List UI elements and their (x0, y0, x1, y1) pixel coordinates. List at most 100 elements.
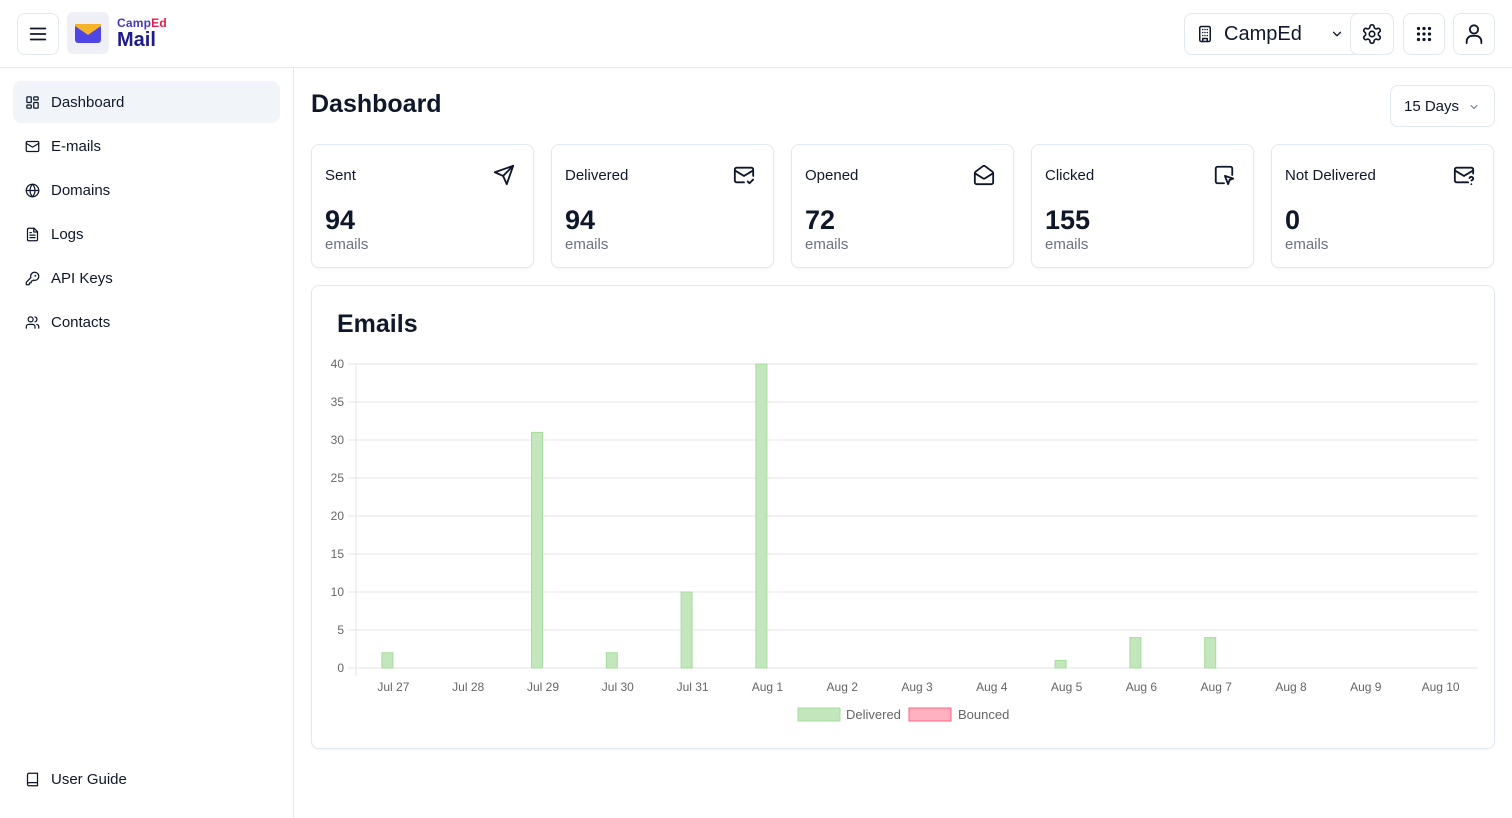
x-tick-label: Aug 7 (1201, 680, 1233, 694)
legend-label-delivered: Delivered (846, 707, 901, 722)
mail-icon (25, 140, 40, 152)
x-tick-label: Aug 9 (1350, 680, 1382, 694)
page-title: Dashboard (311, 90, 442, 118)
mail-question-icon (1453, 166, 1475, 186)
x-tick-label: Aug 3 (901, 680, 933, 694)
legend-label-bounced: Bounced (958, 707, 1009, 722)
user-icon (1465, 24, 1483, 45)
logo-product: Mail (117, 28, 156, 51)
stat-unit: emails (1285, 236, 1329, 253)
sidebar-item-label: Dashboard (51, 93, 125, 111)
y-tick-label: 20 (331, 509, 345, 523)
stat-card-not-delivered: Not Delivered 0 emails (1271, 144, 1494, 268)
sidebar-item-contacts[interactable]: Contacts (13, 301, 280, 343)
sidebar-item-label: Logs (51, 225, 84, 243)
sidebar-item-domains[interactable]: Domains (13, 169, 280, 211)
sidebar-item-dashboard[interactable]: Dashboard (13, 81, 280, 123)
date-range-select[interactable]: 15 Days (1390, 85, 1495, 127)
sidebar-item-emails[interactable]: E-mails (13, 125, 280, 167)
sidebar-item-label: API Keys (51, 269, 113, 287)
menu-button[interactable] (17, 13, 59, 55)
stat-card-sent: Sent 94 emails (311, 144, 534, 268)
organization-select[interactable]: CampEd (1184, 13, 1394, 55)
stat-title: Not Delivered (1285, 167, 1376, 184)
stat-card-clicked: Clicked 155 emails (1031, 144, 1254, 268)
dashboard-icon (26, 95, 39, 109)
user-menu-button[interactable] (1453, 13, 1495, 55)
x-tick-label: Jul 31 (677, 680, 709, 694)
sidebar-item-label: E-mails (51, 137, 102, 155)
stat-value: 72 (805, 205, 836, 235)
bar-delivered (755, 363, 768, 669)
sidebar-item-label: User Guide (51, 770, 127, 788)
apps-button[interactable] (1403, 13, 1445, 55)
key-icon (25, 271, 40, 285)
bar-delivered (381, 652, 394, 669)
logo-brand-ed: Ed (151, 15, 167, 30)
date-range-value: 15 Days (1404, 97, 1460, 115)
hamburger-menu-icon (29, 27, 47, 41)
logo-brand: CampEd (117, 17, 167, 29)
emails-bar-chart: 0 5 10 15 20 25 30 35 40 Jul 27 Jul 28 Jul 29 Jul 30… (331, 357, 1478, 722)
bar-delivered (1054, 659, 1067, 669)
y-tick-label: 10 (331, 585, 345, 599)
stat-value: 94 (565, 205, 596, 235)
sidebar-item-label: Domains (51, 181, 111, 199)
logo-text: CampEd Mail (117, 17, 167, 50)
top-bar: CampEd Mail CampEd (0, 0, 1512, 68)
send-icon (493, 164, 515, 186)
building-icon (1199, 25, 1211, 43)
logo-brand-camp: Camp (117, 15, 152, 30)
stat-card-opened: Opened 72 emails (791, 144, 1014, 268)
stat-title: Delivered (565, 167, 629, 184)
stat-value: 155 (1045, 205, 1091, 235)
mail-check-icon (733, 166, 755, 185)
chart-title: Emails (337, 310, 418, 338)
stat-title: Opened (805, 167, 859, 184)
x-tick-label: Jul 30 (602, 680, 634, 694)
envelope-logo-icon (75, 24, 101, 43)
y-tick-label: 35 (331, 395, 345, 409)
legend-swatch-bounced (908, 707, 952, 722)
organization-name: CampEd (1224, 22, 1302, 45)
users-icon (25, 315, 40, 329)
organization-settings-button[interactable] (1350, 13, 1394, 55)
y-tick-label: 25 (331, 471, 345, 485)
stat-value: 94 (325, 205, 356, 235)
bar-delivered (531, 431, 543, 669)
y-tick-label: 30 (331, 433, 345, 447)
bar-delivered (605, 652, 618, 669)
stat-value: 0 (1285, 205, 1301, 235)
x-tick-label: Jul 29 (527, 680, 559, 694)
legend-swatch-delivered (797, 707, 841, 722)
gear-icon (1362, 24, 1382, 44)
grid-dots-icon (1416, 26, 1432, 42)
y-tick-label: 40 (331, 357, 345, 371)
bar-delivered (1129, 637, 1142, 669)
stat-unit: emails (805, 236, 849, 253)
bar-delivered (1204, 637, 1217, 669)
stat-card-delivered: Delivered 94 emails (551, 144, 774, 268)
globe-icon (25, 183, 40, 197)
emails-chart-card: 0 5 10 15 20 25 30 35 40 Jul 27 Jul 28 Jul 29 Jul 30… (311, 285, 1495, 749)
sidebar-item-api-keys[interactable]: API Keys (13, 257, 280, 299)
x-tick-label: Aug 6 (1126, 680, 1158, 694)
bar-delivered (680, 591, 693, 669)
x-tick-label: Aug 2 (827, 680, 859, 694)
x-tick-label: Aug 10 (1422, 680, 1460, 694)
chevron-down-icon (1332, 31, 1342, 37)
sidebar: Dashboard E-mails Domains Logs API Keys … (0, 68, 294, 818)
sidebar-item-logs[interactable]: Logs (13, 213, 280, 255)
x-tick-label: Aug 1 (752, 680, 784, 694)
book-icon (26, 772, 39, 786)
y-tick-label: 5 (337, 623, 344, 637)
app-logo[interactable]: CampEd Mail (67, 12, 167, 54)
logo-badge (67, 12, 109, 54)
y-tick-label: 0 (337, 661, 344, 675)
mail-open-icon (973, 164, 995, 186)
chevron-down-icon (1470, 105, 1478, 109)
sidebar-item-user-guide[interactable]: User Guide (13, 758, 280, 800)
stat-title: Clicked (1045, 167, 1095, 184)
x-tick-label: Jul 27 (377, 680, 409, 694)
x-tick-label: Aug 4 (976, 680, 1008, 694)
